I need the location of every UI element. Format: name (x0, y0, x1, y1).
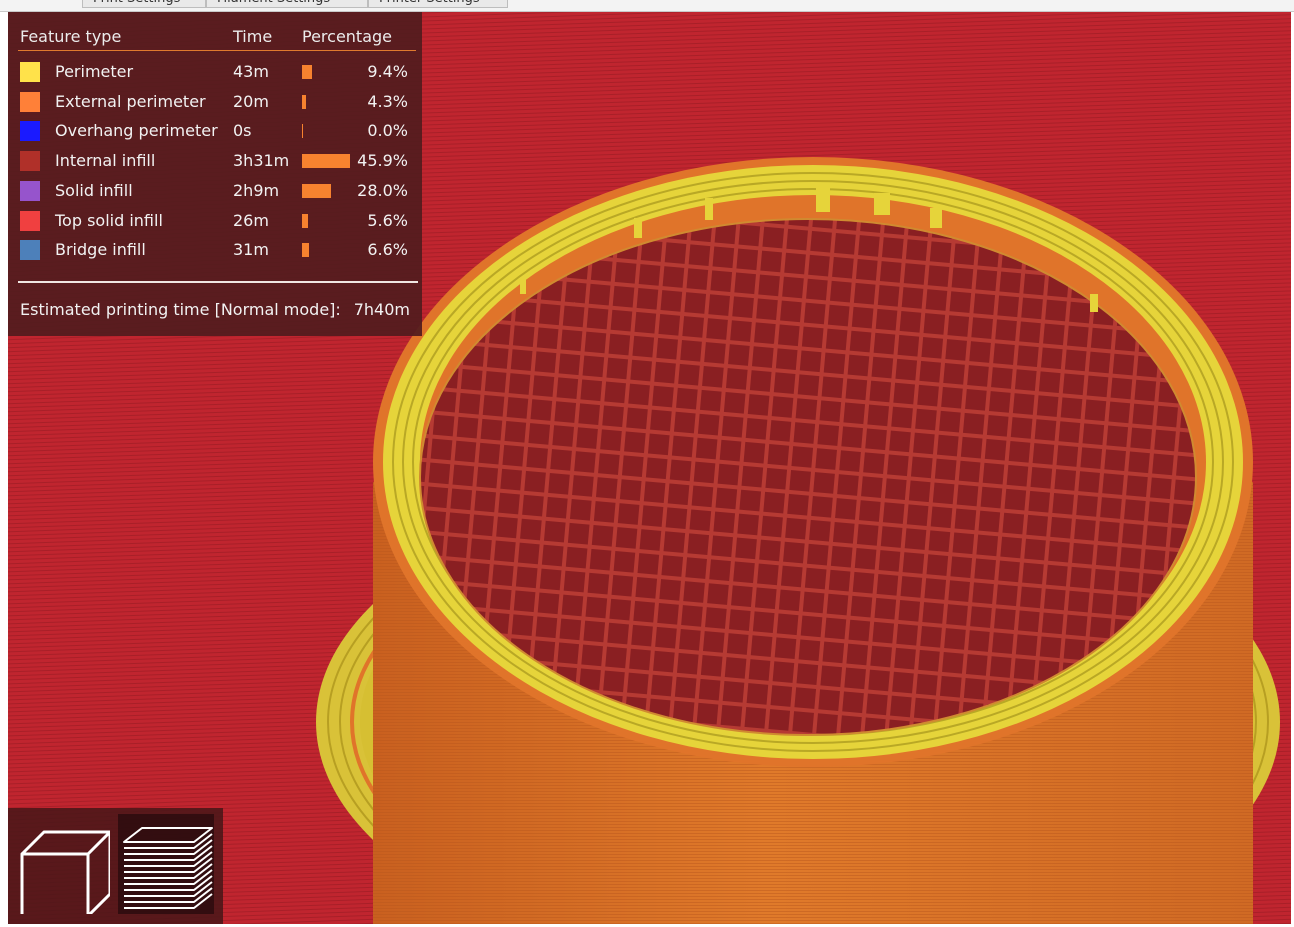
feature-percentage: 6.6% (367, 240, 408, 260)
percentage-bar-track (302, 154, 350, 169)
feature-percentage: 9.4% (367, 62, 408, 81)
legend-row: Perimeter 43m 9.4% (8, 58, 422, 86)
feature-label: Internal infill (55, 151, 156, 171)
color-swatch (20, 180, 40, 201)
feature-time: 43m (233, 62, 269, 81)
feature-label: Top solid infill (55, 210, 163, 230)
3d-view-icon (20, 830, 110, 914)
percentage-bar (302, 124, 303, 139)
feature-label: Bridge infill (55, 240, 146, 260)
feature-percentage: 5.6% (367, 210, 408, 230)
feature-label: Solid infill (55, 180, 133, 200)
percentage-bar-track (302, 183, 350, 198)
feature-percentage: 0.0% (367, 121, 408, 141)
tab-filament-settings[interactable]: Filament Settings (206, 0, 368, 8)
legend-row: Top solid infill 26m 5.6% (8, 207, 422, 235)
settings-tab-strip: Print Settings Filament Settings Printer… (0, 0, 1294, 12)
percentage-bar (302, 154, 350, 169)
estimated-time-value: 7h40m (353, 300, 410, 319)
color-swatch (20, 62, 40, 82)
tab-printer-settings[interactable]: Printer Settings (368, 0, 508, 8)
percentage-bar (302, 94, 306, 109)
color-swatch (20, 210, 40, 231)
gcode-preview-viewport[interactable]: Feature type Time Percentage Perimeter 43… (8, 12, 1291, 924)
tab-print-settings[interactable]: Print Settings (82, 0, 206, 8)
feature-time: 26m (233, 210, 269, 230)
color-swatch (20, 151, 40, 172)
legend-header-feature: Feature type (20, 27, 122, 46)
feature-percentage: 4.3% (367, 91, 408, 111)
color-swatch (20, 91, 40, 112)
feature-time: 20m (233, 91, 269, 111)
percentage-bar (302, 65, 312, 79)
percentage-bar (302, 243, 309, 258)
percentage-bar (302, 213, 308, 228)
legend-row: Bridge infill 31m 6.6% (8, 236, 422, 264)
legend-row: Solid infill 2h9m 28.0% (8, 177, 422, 205)
feature-time: 3h31m (233, 151, 290, 171)
feature-label: Perimeter (55, 62, 134, 81)
legend-panel: Feature type Time Percentage Perimeter 43… (8, 12, 422, 336)
percentage-bar-track (302, 213, 350, 228)
legend-divider (18, 281, 418, 283)
percentage-bar-track (302, 124, 350, 139)
view-toolbar (8, 808, 223, 924)
feature-time: 2h9m (233, 180, 280, 200)
feature-percentage: 45.9% (357, 151, 408, 171)
feature-percentage: 28.0% (357, 180, 408, 200)
percentage-bar-track (302, 243, 350, 258)
legend-header-percentage: Percentage (302, 27, 393, 46)
internal-infill-floor (419, 218, 1197, 736)
layers-view-button[interactable] (118, 814, 214, 914)
legend-row: External perimeter 20m 4.3% (8, 88, 422, 116)
layers-view-icon (123, 827, 213, 909)
feature-label: Overhang perimeter (55, 121, 218, 141)
feature-time: 31m (233, 240, 269, 260)
feature-label: External perimeter (55, 91, 206, 111)
percentage-bar (302, 183, 331, 198)
legend-divider (18, 50, 416, 51)
feature-time: 0s (233, 121, 252, 141)
legend-row: Internal infill 3h31m 45.9% (8, 147, 422, 175)
estimated-time-label: Estimated printing time [Normal mode]: (20, 300, 341, 319)
percentage-bar-track (302, 94, 350, 109)
legend-row: Overhang perimeter 0s 0.0% (8, 117, 422, 145)
color-swatch (20, 121, 40, 142)
color-swatch (20, 240, 40, 261)
3d-view-button[interactable] (14, 814, 110, 914)
percentage-bar-track (302, 65, 350, 79)
legend-header-time: Time (233, 27, 273, 46)
